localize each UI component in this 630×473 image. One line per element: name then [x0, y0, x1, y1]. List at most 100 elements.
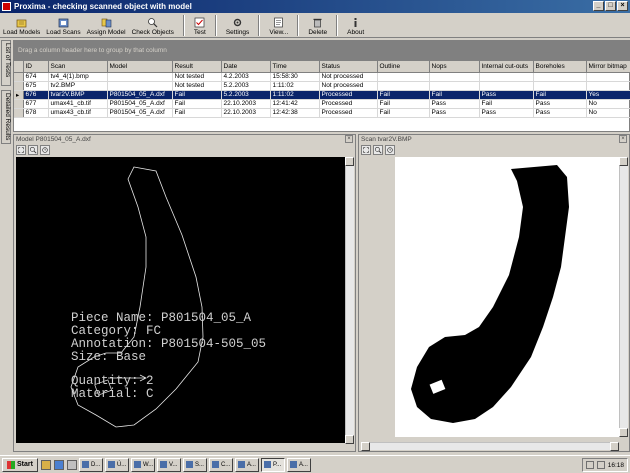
table-row[interactable]: 674 tv4_4(1).bmp Not tested 4.2.2003 15:…: [14, 72, 630, 82]
tab-detailed-results[interactable]: Detailed Results: [1, 90, 11, 144]
taskbar-task[interactable]: S...: [182, 457, 207, 472]
column-header[interactable]: Time: [270, 61, 320, 73]
check-objects-button[interactable]: Check Objects: [129, 13, 177, 38]
scroll-up-icon[interactable]: [619, 157, 628, 166]
column-header[interactable]: Nops: [429, 61, 480, 73]
quicklaunch-folder-icon[interactable]: [40, 459, 51, 470]
table-cell: [479, 72, 534, 82]
table-cell: [429, 72, 480, 82]
row-indicator[interactable]: ▸: [14, 90, 24, 100]
table-cell: Pass: [533, 99, 587, 109]
taskbar-task[interactable]: V...: [156, 457, 181, 472]
table-cell: umax43_cb.tif: [48, 108, 108, 118]
view-label: View...: [269, 29, 289, 36]
column-header[interactable]: Outline: [377, 61, 430, 73]
tab-list-of-tests[interactable]: List of Tests: [1, 40, 11, 86]
table-row[interactable]: 678 umax43_cb.tif P801504_05_A.dxf Fail …: [14, 108, 630, 118]
column-header[interactable]: Date: [221, 61, 271, 73]
table-cell: 1:11:02: [270, 81, 320, 91]
row-indicator[interactable]: [14, 72, 24, 82]
check-objects-label: Check Objects: [131, 29, 174, 36]
scroll-down-icon[interactable]: [619, 428, 628, 437]
table-cell: Fail: [172, 108, 222, 118]
row-indicator[interactable]: [14, 108, 24, 118]
view-button[interactable]: View...: [266, 13, 291, 38]
fit-view-icon[interactable]: [361, 145, 371, 155]
settings-button[interactable]: Settings: [223, 13, 253, 38]
load-models-label: Load Models: [3, 29, 41, 36]
column-header[interactable]: Mirror bitmap: [586, 61, 630, 73]
table-cell: Not processed: [319, 72, 378, 82]
model-panel-header: Model P801504_05_A.dxf ×: [14, 135, 355, 144]
quicklaunch-desktop-icon[interactable]: [66, 459, 77, 470]
table-cell: 1:11:02: [270, 90, 320, 100]
table-row[interactable]: 675 tv2.BMP Not tested 5.2.2003 1:11:02 …: [14, 81, 630, 91]
start-button[interactable]: Start: [2, 457, 38, 472]
about-button[interactable]: About: [344, 13, 367, 38]
table-row-selected[interactable]: ▸ 676 tvar2V.BMP P801504_05_A.dxf Fail 5…: [14, 90, 630, 100]
tray-volume-icon[interactable]: [596, 461, 605, 469]
maximize-button[interactable]: □: [605, 1, 616, 11]
scan-panel-header: Scan tvar2V.BMP ×: [359, 135, 629, 144]
scroll-down-icon[interactable]: [345, 435, 354, 444]
table-cell: [533, 72, 587, 82]
model-vertical-scrollbar[interactable]: [345, 157, 354, 444]
assign-model-button[interactable]: Assign Model: [84, 13, 129, 38]
table-cell: 22.10.2003: [221, 99, 271, 109]
zoom-in-icon[interactable]: [373, 145, 383, 155]
column-header[interactable]: Boreholes: [533, 61, 587, 73]
scroll-left-icon[interactable]: [361, 442, 370, 451]
results-grid: Drag a column header here to group by th…: [13, 40, 630, 132]
column-header[interactable]: Scan: [48, 61, 108, 73]
taskbar-task[interactable]: D...: [78, 457, 103, 472]
table-cell: Fail: [377, 99, 430, 109]
taskbar-task[interactable]: W...: [130, 457, 155, 472]
delete-button[interactable]: Delete: [305, 13, 330, 38]
column-header[interactable]: ID: [23, 61, 49, 73]
column-header[interactable]: Model: [107, 61, 173, 73]
column-header[interactable]: Internal cut-outs: [479, 61, 534, 73]
scan-canvas[interactable]: [361, 157, 619, 437]
load-scans-button[interactable]: Load Scans: [43, 13, 83, 38]
minimize-button[interactable]: _: [593, 1, 604, 11]
toolbar: Load Models Load Scans Assign Model Chec…: [0, 13, 630, 38]
fit-view-icon[interactable]: [16, 145, 26, 155]
column-header[interactable]: Result: [172, 61, 222, 73]
table-cell: Not tested: [172, 72, 222, 82]
table-cell: 5.2.2003: [221, 81, 271, 91]
row-indicator[interactable]: [14, 81, 24, 91]
load-models-button[interactable]: Load Models: [0, 13, 43, 38]
taskbar-task[interactable]: A...: [286, 457, 311, 472]
scan-panel-close-icon[interactable]: ×: [619, 135, 627, 143]
toolbar-separator: [297, 15, 300, 36]
scroll-right-icon[interactable]: [610, 442, 619, 451]
model-panel-close-icon[interactable]: ×: [345, 135, 353, 143]
scan-vertical-scrollbar[interactable]: [619, 157, 628, 437]
test-button[interactable]: Test: [191, 13, 209, 38]
taskbar-task[interactable]: Ú...: [104, 457, 129, 472]
taskbar-task-active[interactable]: P...: [260, 457, 285, 472]
side-tabs: List of Tests Detailed Results: [0, 40, 12, 460]
taskbar-task[interactable]: C...: [208, 457, 233, 472]
model-canvas[interactable]: Piece Name: P801504_05_A Category: FC An…: [16, 157, 345, 443]
quicklaunch-browser-icon[interactable]: [53, 459, 64, 470]
windows-flag-icon: [7, 460, 15, 469]
zoom-out-icon[interactable]: [40, 145, 50, 155]
table-cell: Pass: [429, 99, 480, 109]
taskbar-task[interactable]: A...: [234, 457, 259, 472]
table-cell: No: [586, 108, 630, 118]
table-cell: [377, 81, 430, 91]
column-header[interactable]: Status: [319, 61, 378, 73]
toolbar-separator: [182, 15, 185, 36]
group-by-bar[interactable]: Drag a column header here to group by th…: [14, 41, 629, 61]
load-models-icon: [16, 19, 27, 28]
table-cell: Not tested: [172, 81, 222, 91]
table-row[interactable]: 677 umax41_cb.tif P801504_05_A.dxf Fail …: [14, 99, 630, 109]
zoom-out-icon[interactable]: [385, 145, 395, 155]
close-button[interactable]: ×: [617, 1, 628, 11]
zoom-in-icon[interactable]: [28, 145, 38, 155]
scroll-up-icon[interactable]: [345, 157, 354, 166]
row-indicator[interactable]: [14, 99, 24, 109]
tray-network-icon[interactable]: [585, 461, 594, 469]
scan-horizontal-scrollbar[interactable]: [361, 442, 619, 451]
